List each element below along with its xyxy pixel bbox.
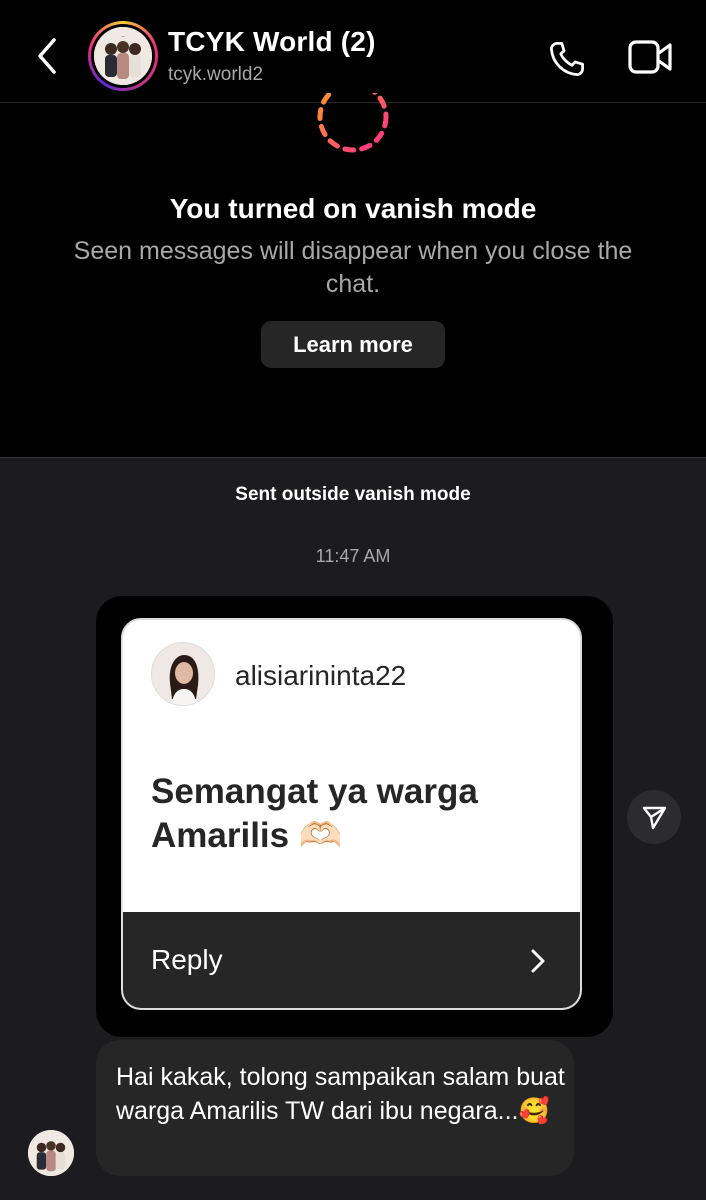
vanish-mode-notice: You turned on vanish mode Seen messages …: [0, 81, 706, 457]
avatar[interactable]: ~: [88, 21, 158, 91]
story-text: Semangat ya warga Amarilis 🫶🏻: [151, 772, 478, 855]
story-reply-bubble[interactable]: alisiarininta22 Semangat ya warga Amaril…: [96, 596, 613, 1037]
chat-header: ~ TCYK World (2) tcyk.world2: [0, 0, 706, 103]
back-button[interactable]: [30, 34, 66, 78]
learn-more-button[interactable]: Learn more: [261, 321, 445, 368]
message-timestamp: 11:47 AM: [315, 546, 391, 566]
story-card[interactable]: alisiarininta22 Semangat ya warga Amaril…: [121, 618, 582, 1010]
share-button[interactable]: [627, 790, 681, 844]
chevron-right-icon: [531, 949, 545, 973]
chevron-left-icon: [38, 38, 56, 74]
vanish-mode-icon: [313, 81, 393, 157]
video-camera-icon: [628, 40, 672, 74]
message-bubble[interactable]: Hai kakak, tolong sampaikan salam buat w…: [96, 1040, 574, 1176]
phone-icon: [550, 42, 584, 76]
chat-title[interactable]: TCYK World (2): [168, 26, 376, 58]
reply-label: Reply: [151, 944, 223, 975]
chat-username[interactable]: tcyk.world2: [168, 64, 263, 86]
story-reply-bar[interactable]: Reply: [123, 912, 580, 1008]
sent-outside-label: Sent outside vanish mode: [235, 484, 471, 505]
vanish-mode-description: Seen messages will disappear when you cl…: [73, 237, 633, 298]
svg-text:~: ~: [121, 34, 125, 40]
paper-plane-icon: [642, 806, 667, 830]
message-text: Hai kakak, tolong sampaikan salam buat w…: [116, 1063, 565, 1125]
vanish-mode-title: You turned on vanish mode: [169, 193, 537, 224]
story-author-username: alisiarininta22: [235, 660, 407, 691]
video-call-button[interactable]: [626, 37, 674, 77]
chat-thread: Sent outside vanish mode 11:47 AM alisia…: [0, 457, 706, 1200]
story-author-avatar: [151, 642, 215, 706]
sender-avatar[interactable]: [28, 1130, 74, 1176]
call-button[interactable]: [545, 37, 589, 81]
